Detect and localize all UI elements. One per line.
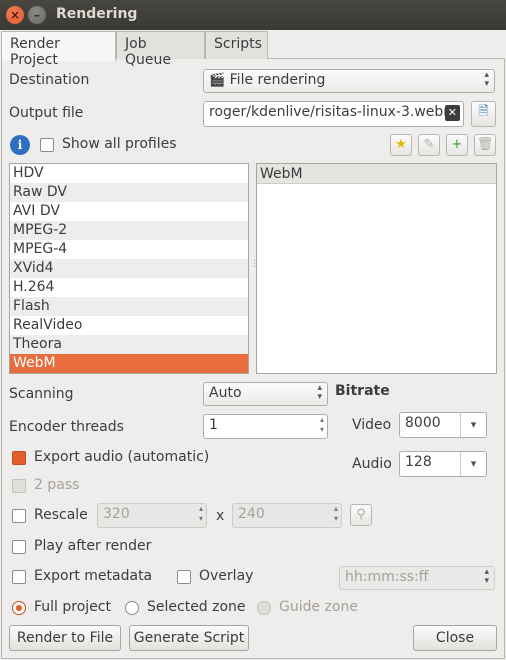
selected-zone-radio[interactable]	[125, 601, 139, 615]
close-button[interactable]: Close	[413, 625, 497, 651]
render-to-file-button[interactable]: Render to File	[9, 625, 121, 651]
list-item[interactable]: HDV	[10, 164, 248, 183]
overlay-checkbox[interactable]	[177, 570, 191, 584]
list-item[interactable]: MPEG-4	[10, 240, 248, 259]
rescale-width-value: 320	[103, 506, 130, 522]
info-icon[interactable]: i	[10, 135, 30, 155]
audio-bitrate-value: 128	[405, 454, 432, 470]
output-file-value: roger/kdenlive/risitas-linux-3.webm	[209, 104, 457, 120]
list-item[interactable]: RealVideo	[10, 316, 248, 335]
two-pass-checkbox[interactable]	[12, 479, 26, 493]
destination-value: File rendering	[229, 72, 326, 88]
destination-label: Destination	[9, 72, 90, 88]
two-pass-label: 2 pass	[34, 477, 80, 493]
spin-arrows-icon: ▴ ▾	[333, 504, 338, 523]
overlay-value: hh:mm:ss:ff	[345, 569, 429, 585]
overlay-label: Overlay	[199, 568, 254, 584]
play-after-render-checkbox[interactable]	[12, 540, 26, 554]
spin-arrows-icon: ▴ ▾	[198, 504, 203, 523]
output-file-input[interactable]: roger/kdenlive/risitas-linux-3.webm ✕	[203, 101, 464, 127]
edit-profile-icon[interactable]: ✎	[418, 134, 440, 156]
clear-icon[interactable]: ✕	[444, 105, 460, 121]
video-bitrate-value: 8000	[405, 415, 441, 431]
tab-render-project[interactable]: Render Project	[1, 31, 116, 68]
spin-arrows-icon: ▴ ▾	[484, 70, 489, 89]
scanning-combo[interactable]: Auto ▴ ▾	[203, 382, 328, 406]
spin-arrows-icon[interactable]: ▴ ▾	[320, 415, 324, 435]
rescale-checkbox[interactable]	[12, 509, 26, 523]
list-item[interactable]: AVI DV	[10, 202, 248, 221]
list-item[interactable]: Raw DV	[10, 183, 248, 202]
list-item[interactable]: MPEG-2	[10, 221, 248, 240]
scanning-label: Scanning	[9, 386, 74, 402]
tab-scripts[interactable]: Scripts	[205, 31, 268, 59]
rescale-height-spinbox[interactable]: 240 ▴ ▾	[232, 503, 342, 528]
splitter-handle[interactable]: ⋮	[250, 260, 259, 269]
output-file-label: Output file	[9, 105, 84, 121]
list-item[interactable]: H.264	[10, 278, 248, 297]
full-project-radio[interactable]	[12, 601, 26, 615]
audio-bitrate-combo[interactable]: 128 ▾	[399, 451, 487, 477]
show-all-profiles-checkbox[interactable]	[40, 138, 54, 152]
full-project-label: Full project	[34, 599, 111, 615]
scanning-value: Auto	[209, 385, 242, 401]
list-item-selected[interactable]: WebM	[10, 354, 248, 373]
destination-combo[interactable]: 🎬 File rendering ▴ ▾	[203, 69, 495, 93]
guide-zone-label: Guide zone	[279, 599, 358, 615]
selected-zone-label: Selected zone	[147, 599, 246, 615]
spin-arrows-icon: ▴ ▾	[484, 567, 489, 586]
format-list[interactable]: HDV Raw DV AVI DV MPEG-2 MPEG-4 XVid4 H.…	[9, 163, 249, 374]
play-after-render-label: Play after render	[34, 538, 152, 554]
video-bitrate-combo[interactable]: 8000 ▾	[399, 412, 487, 438]
rescale-separator: x	[216, 508, 225, 524]
delete-profile-icon[interactable]: 🗑	[474, 134, 496, 156]
export-audio-label: Export audio (automatic)	[34, 449, 210, 465]
export-audio-checkbox[interactable]	[12, 451, 26, 465]
encoder-threads-label: Encoder threads	[9, 419, 124, 435]
profile-item[interactable]: WebM	[257, 164, 496, 184]
export-metadata-checkbox[interactable]	[12, 570, 26, 584]
audio-label: Audio	[352, 456, 392, 472]
minimize-icon[interactable]: –	[28, 6, 46, 24]
favorite-star-icon[interactable]: ★	[390, 134, 412, 156]
generate-script-button[interactable]: Generate Script	[129, 625, 249, 651]
rescale-width-spinbox[interactable]: 320 ▴ ▾	[97, 503, 207, 528]
lock-ratio-icon[interactable]: ⚲	[350, 504, 372, 526]
film-icon: 🎬	[209, 73, 226, 88]
show-all-profiles-label: Show all profiles	[62, 136, 177, 152]
list-item[interactable]: Theora	[10, 335, 248, 354]
bitrate-title: Bitrate	[335, 383, 390, 399]
list-item[interactable]: Flash	[10, 297, 248, 316]
tab-job-queue[interactable]: Job Queue	[116, 31, 205, 68]
window-title: Rendering	[56, 6, 138, 22]
close-icon[interactable]: ×	[6, 6, 24, 24]
chevron-down-icon[interactable]: ▾	[460, 413, 486, 437]
overlay-combo[interactable]: hh:mm:ss:ff ▴ ▾	[339, 566, 495, 590]
encoder-threads-value: 1	[209, 417, 218, 433]
chevron-down-icon[interactable]: ▾	[460, 452, 486, 476]
guide-zone-radio[interactable]	[257, 601, 271, 615]
open-file-icon[interactable]: 🗎	[471, 101, 496, 127]
export-metadata-label: Export metadata	[34, 568, 153, 584]
rescale-height-value: 240	[238, 506, 265, 522]
profile-list[interactable]: WebM	[256, 163, 497, 374]
encoder-threads-spinbox[interactable]: 1 ▴ ▾	[203, 414, 328, 439]
spin-arrows-icon: ▴ ▾	[317, 383, 322, 402]
list-item[interactable]: XVid4	[10, 259, 248, 278]
rescale-label: Rescale	[34, 507, 88, 523]
video-label: Video	[352, 417, 392, 433]
new-profile-icon[interactable]: +	[446, 134, 468, 156]
